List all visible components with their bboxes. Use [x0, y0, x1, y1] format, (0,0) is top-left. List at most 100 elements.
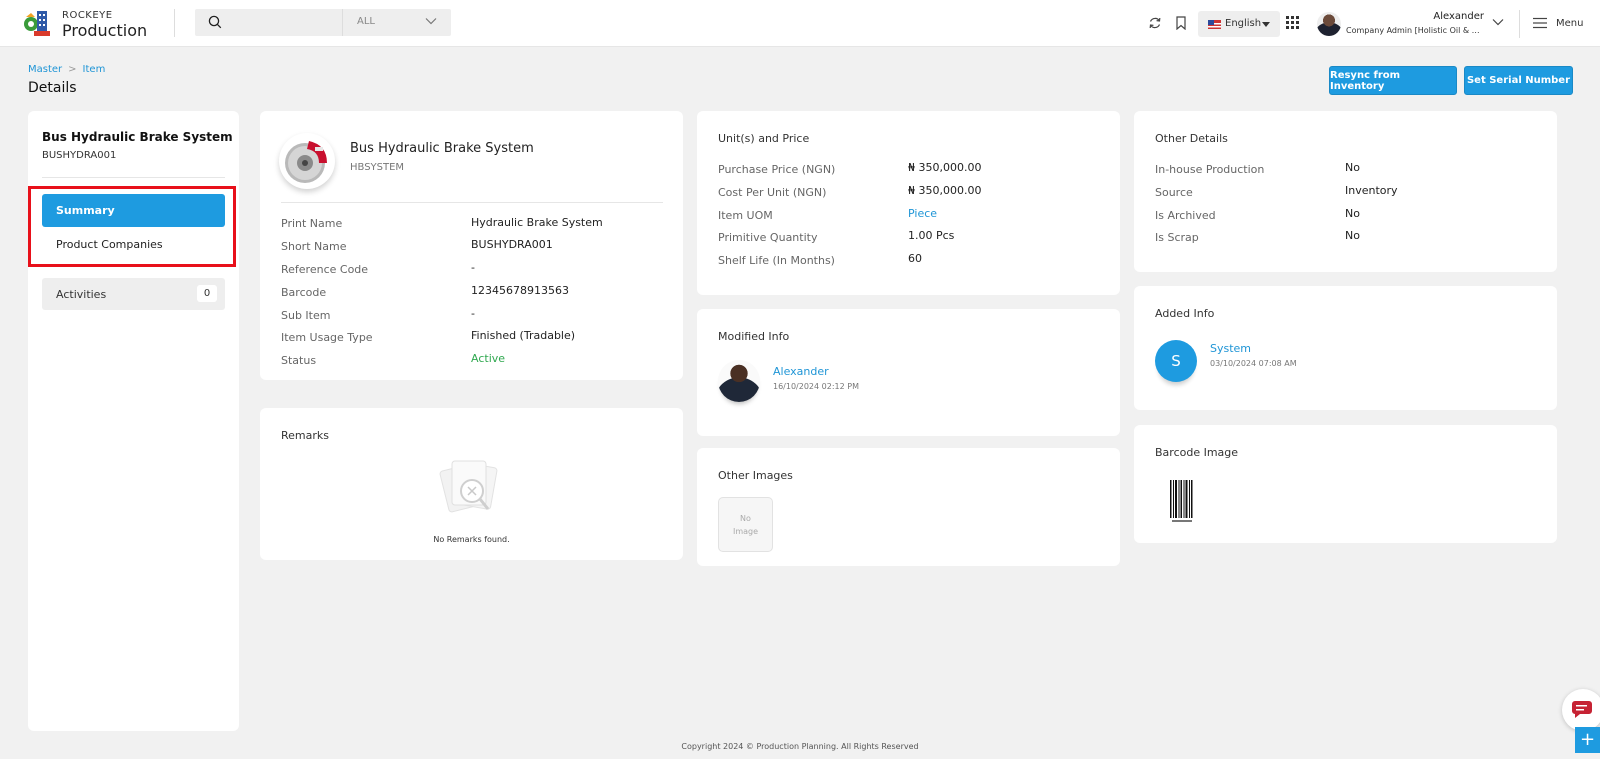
us-flag-icon [1208, 20, 1221, 29]
no-image-text: No [740, 514, 751, 523]
field-label: Cost Per Unit (NGN) [718, 186, 827, 199]
modified-title: Modified Info [718, 330, 790, 343]
other-details-title: Other Details [1155, 132, 1228, 145]
nav-activities-tab[interactable]: Activities 0 [42, 278, 225, 310]
added-date: 03/10/2024 07:08 AM [1210, 359, 1297, 368]
item-name: Bus Hydraulic Brake System [350, 141, 534, 156]
print-name-value: Hydraulic Brake System [471, 216, 603, 229]
chat-icon [1572, 701, 1592, 718]
empty-search-icon [439, 460, 498, 513]
grid-icon[interactable] [1286, 16, 1299, 29]
units-title: Unit(s) and Price [718, 132, 810, 145]
left-sidebar: Bus Hydraulic Brake System BUSHYDRA001 S… [28, 111, 239, 731]
creator-name-link[interactable]: System [1210, 342, 1251, 355]
source-value: Inventory [1345, 184, 1398, 197]
refresh-icon[interactable] [1148, 16, 1162, 30]
creator-avatar: S [1155, 340, 1197, 382]
divider [174, 9, 175, 37]
barcode-image-title: Barcode Image [1155, 446, 1239, 459]
page-title: Details [28, 80, 77, 96]
brake-disc-icon [285, 141, 327, 183]
activities-count-badge: 0 [197, 285, 217, 302]
modified-info-card: Modified Info Alexander 16/10/2024 02:12… [697, 309, 1120, 436]
item-usage-type-value: Finished (Tradable) [471, 329, 576, 342]
top-header: ROCKEYE Production ALL English Alexander… [0, 0, 1600, 47]
other-details-card: Other Details In-house Production No Sou… [1134, 111, 1557, 272]
field-label: Short Name [281, 240, 347, 253]
field-label: Status [281, 354, 317, 367]
breadcrumb-master[interactable]: Master [28, 64, 62, 75]
shelf-life-value: 60 [908, 252, 922, 265]
add-button[interactable]: + [1575, 727, 1600, 753]
field-label: In-house Production [1155, 163, 1265, 176]
modifier-name-link[interactable]: Alexander [773, 365, 829, 378]
field-label: Is Scrap [1155, 231, 1199, 244]
modified-date: 16/10/2024 02:12 PM [773, 382, 859, 391]
field-label: Print Name [281, 217, 343, 230]
brand-small-text: ROCKEYE [62, 10, 113, 21]
divider [1519, 10, 1520, 38]
in-house-production-value: No [1345, 161, 1360, 174]
sidebar-item-title: Bus Hydraulic Brake System [42, 130, 233, 144]
no-image-placeholder: No Image [718, 497, 773, 552]
sidebar-item-code: BUSHYDRA001 [42, 150, 117, 161]
added-title: Added Info [1155, 307, 1215, 320]
purchase-price-value: ₦ 350,000.00 [908, 161, 982, 174]
barcode-image-card: Barcode Image [1134, 425, 1557, 543]
barcode-image[interactable] [1170, 480, 1194, 524]
hamburger-icon[interactable] [1533, 17, 1547, 29]
search-icon [208, 15, 222, 29]
field-label: Barcode [281, 286, 327, 299]
search-scope-value: ALL [357, 16, 375, 27]
sub-item-value: - [471, 307, 475, 320]
no-image-text: Image [732, 527, 759, 536]
reference-code-value: - [471, 261, 475, 274]
search-input[interactable] [195, 9, 342, 36]
chevron-down-icon [425, 18, 437, 25]
set-serial-number-button[interactable]: Set Serial Number [1464, 66, 1573, 95]
caret-down-icon [1262, 22, 1270, 27]
bookmark-icon[interactable] [1175, 16, 1187, 30]
item-details-card: Bus Hydraulic Brake System HBSYSTEM Prin… [260, 111, 683, 380]
modifier-avatar [718, 360, 760, 402]
field-label: Is Archived [1155, 209, 1216, 222]
item-uom-link[interactable]: Piece [908, 207, 937, 220]
plus-icon: + [1579, 729, 1596, 750]
primitive-quantity-value: 1.00 Pcs [908, 229, 955, 242]
field-label: Shelf Life (In Months) [718, 254, 835, 267]
item-image[interactable] [279, 133, 335, 189]
other-images-card: Other Images No Image [697, 448, 1120, 566]
is-archived-value: No [1345, 207, 1360, 220]
other-images-title: Other Images [718, 469, 793, 482]
user-name[interactable]: Alexander [1433, 11, 1484, 22]
field-label: Item UOM [718, 209, 773, 222]
is-scrap-value: No [1345, 229, 1360, 242]
remarks-card: Remarks No Remarks found. [260, 408, 683, 560]
chevron-down-icon[interactable] [1492, 18, 1504, 26]
breadcrumb-separator: > [68, 64, 77, 75]
status-value: Active [471, 352, 506, 365]
search-scope-select[interactable]: ALL [342, 9, 451, 36]
brand-name: Production [62, 21, 148, 40]
breadcrumb-item[interactable]: Item [83, 64, 106, 75]
user-avatar[interactable] [1317, 12, 1341, 36]
divider [42, 177, 225, 178]
resync-inventory-button[interactable]: Resync from Inventory [1329, 66, 1457, 95]
empty-remarks-text: No Remarks found. [433, 535, 510, 544]
chat-button[interactable] [1562, 689, 1600, 731]
rockeye-logo-icon[interactable] [22, 7, 54, 39]
user-role[interactable]: Company Admin [Holistic Oil & Ga... [1346, 26, 1482, 35]
item-code: HBSYSTEM [350, 162, 405, 173]
field-label: Item Usage Type [281, 331, 373, 344]
field-label: Purchase Price (NGN) [718, 163, 836, 176]
field-label: Sub Item [281, 309, 331, 322]
remarks-title: Remarks [281, 429, 329, 442]
menu-button[interactable]: Menu [1556, 18, 1583, 29]
copyright-text: Copyright 2024 © Production Planning. Al… [681, 742, 919, 751]
added-info-card: Added Info S System 03/10/2024 07:08 AM [1134, 286, 1557, 410]
language-value: English [1225, 18, 1262, 29]
breadcrumb: Master > Item [28, 64, 105, 75]
language-select[interactable]: English [1198, 11, 1280, 37]
field-label: Source [1155, 186, 1193, 199]
activities-label: Activities [56, 288, 107, 301]
